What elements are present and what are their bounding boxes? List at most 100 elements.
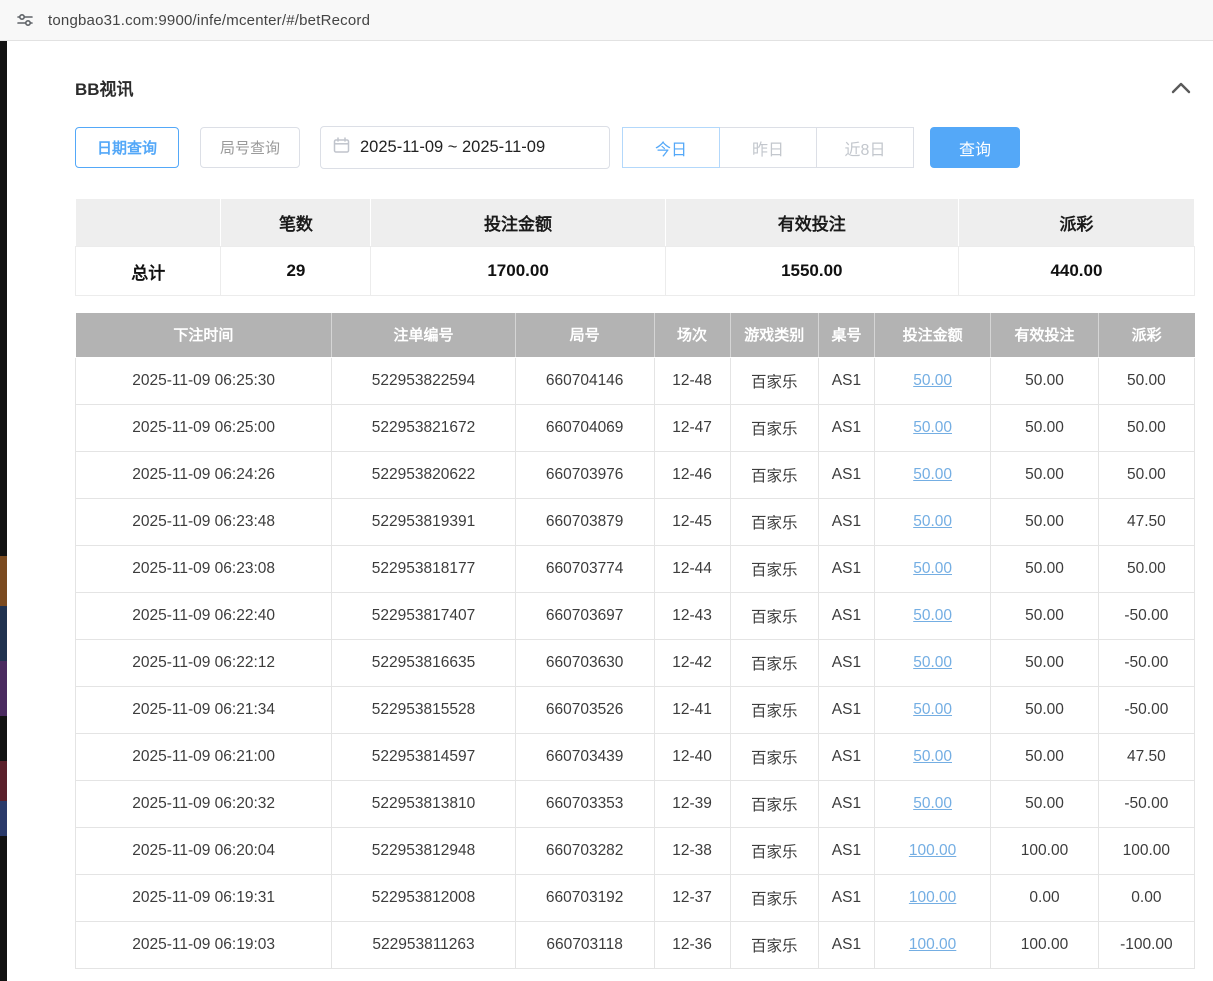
col-header-round-no: 局号: [515, 313, 654, 357]
bet-amount-link[interactable]: 50.00: [913, 795, 952, 812]
cell-round-no: 660703353: [515, 780, 654, 827]
cell-bet-amount: 50.00: [874, 545, 990, 592]
cell-valid-bet: 50.00: [991, 451, 1098, 498]
table-row: 2025-11-09 06:22:40 522953817407 6607036…: [76, 592, 1195, 639]
cell-table-no: AS1: [818, 592, 874, 639]
cell-payout: -50.00: [1098, 780, 1194, 827]
date-range-picker[interactable]: 2025-11-09 ~ 2025-11-09: [320, 126, 610, 169]
cell-game-type: 百家乐: [730, 874, 818, 921]
date-query-tab[interactable]: 日期查询: [75, 127, 179, 168]
bet-amount-link[interactable]: 50.00: [913, 748, 952, 765]
cell-bet-time: 2025-11-09 06:22:40: [76, 592, 332, 639]
cell-bet-time: 2025-11-09 06:23:08: [76, 545, 332, 592]
cell-valid-bet: 50.00: [991, 498, 1098, 545]
cell-valid-bet: 100.00: [991, 921, 1098, 968]
summary-total-label: 总计: [76, 247, 221, 296]
cell-bet-amount: 50.00: [874, 733, 990, 780]
bet-amount-link[interactable]: 50.00: [913, 654, 952, 671]
cell-bet-time: 2025-11-09 06:20:32: [76, 780, 332, 827]
table-row: 2025-11-09 06:23:08 522953818177 6607037…: [76, 545, 1195, 592]
cell-game-type: 百家乐: [730, 357, 818, 404]
cell-round-no: 660703697: [515, 592, 654, 639]
cell-bet-id: 522953815528: [332, 686, 516, 733]
col-header-bet-amount: 投注金额: [874, 313, 990, 357]
cell-bet-id: 522953811263: [332, 921, 516, 968]
cell-bet-id: 522953812948: [332, 827, 516, 874]
cell-bet-id: 522953819391: [332, 498, 516, 545]
bet-amount-link[interactable]: 50.00: [913, 372, 952, 389]
bet-record-panel: BB视讯 日期查询 局号查询 2025-11-09 ~ 2025-11-09: [0, 41, 1213, 969]
cell-bet-id: 522953812008: [332, 874, 516, 921]
table-row: 2025-11-09 06:23:48 522953819391 6607038…: [76, 498, 1195, 545]
cell-round-no: 660703976: [515, 451, 654, 498]
summary-header-row: 笔数 投注金额 有效投注 派彩: [76, 199, 1195, 247]
bet-amount-link[interactable]: 50.00: [913, 607, 952, 624]
cell-session: 12-39: [654, 780, 730, 827]
bet-amount-link[interactable]: 50.00: [913, 701, 952, 718]
cell-bet-amount: 50.00: [874, 498, 990, 545]
round-query-tab[interactable]: 局号查询: [200, 127, 300, 168]
cell-round-no: 660703879: [515, 498, 654, 545]
cell-table-no: AS1: [818, 780, 874, 827]
bet-amount-link[interactable]: 50.00: [913, 513, 952, 530]
table-row: 2025-11-09 06:25:30 522953822594 6607041…: [76, 357, 1195, 404]
url-text[interactable]: tongbao31.com:9900/infe/mcenter/#/betRec…: [48, 12, 370, 29]
cell-session: 12-48: [654, 357, 730, 404]
left-edge-strip: [0, 41, 7, 981]
cell-session: 12-47: [654, 404, 730, 451]
cell-session: 12-38: [654, 827, 730, 874]
cell-session: 12-40: [654, 733, 730, 780]
bet-amount-link[interactable]: 50.00: [913, 560, 952, 577]
cell-game-type: 百家乐: [730, 827, 818, 874]
search-button[interactable]: 查询: [930, 127, 1020, 168]
bet-amount-link[interactable]: 100.00: [909, 889, 956, 906]
cell-payout: -50.00: [1098, 639, 1194, 686]
cell-bet-id: 522953814597: [332, 733, 516, 780]
yesterday-button[interactable]: 昨日: [719, 127, 817, 168]
bet-amount-link[interactable]: 50.00: [913, 419, 952, 436]
cell-table-no: AS1: [818, 498, 874, 545]
cell-round-no: 660703282: [515, 827, 654, 874]
cell-bet-amount: 50.00: [874, 639, 990, 686]
today-button[interactable]: 今日: [622, 127, 720, 168]
site-settings-icon[interactable]: [16, 11, 34, 29]
cell-payout: 100.00: [1098, 827, 1194, 874]
cell-session: 12-42: [654, 639, 730, 686]
cell-round-no: 660703526: [515, 686, 654, 733]
page-title: BB视讯: [75, 75, 134, 100]
cell-bet-amount: 100.00: [874, 874, 990, 921]
last-8-days-button[interactable]: 近8日: [816, 127, 914, 168]
cell-payout: -50.00: [1098, 686, 1194, 733]
browser-url-bar: tongbao31.com:9900/infe/mcenter/#/betRec…: [0, 0, 1213, 41]
table-row: 2025-11-09 06:21:00 522953814597 6607034…: [76, 733, 1195, 780]
table-row: 2025-11-09 06:19:31 522953812008 6607031…: [76, 874, 1195, 921]
col-header-table-no: 桌号: [818, 313, 874, 357]
cell-game-type: 百家乐: [730, 592, 818, 639]
bet-amount-link[interactable]: 50.00: [913, 466, 952, 483]
cell-bet-id: 522953816635: [332, 639, 516, 686]
table-row: 2025-11-09 06:24:26 522953820622 6607039…: [76, 451, 1195, 498]
cell-table-no: AS1: [818, 545, 874, 592]
cell-table-no: AS1: [818, 733, 874, 780]
cell-valid-bet: 50.00: [991, 357, 1098, 404]
cell-game-type: 百家乐: [730, 639, 818, 686]
bet-amount-link[interactable]: 100.00: [909, 936, 956, 953]
collapse-panel-button[interactable]: [1167, 78, 1195, 98]
cell-valid-bet: 50.00: [991, 545, 1098, 592]
summary-header-count: 笔数: [221, 199, 371, 247]
cell-bet-time: 2025-11-09 06:24:26: [76, 451, 332, 498]
cell-table-no: AS1: [818, 404, 874, 451]
quick-date-group: 今日 昨日 近8日: [622, 127, 914, 168]
cell-bet-time: 2025-11-09 06:25:30: [76, 357, 332, 404]
cell-session: 12-46: [654, 451, 730, 498]
cell-payout: 50.00: [1098, 451, 1194, 498]
summary-header-valid-bet: 有效投注: [665, 199, 958, 247]
col-header-valid-bet: 有效投注: [991, 313, 1098, 357]
cell-valid-bet: 100.00: [991, 827, 1098, 874]
cell-bet-amount: 50.00: [874, 780, 990, 827]
cell-game-type: 百家乐: [730, 451, 818, 498]
bet-amount-link[interactable]: 100.00: [909, 842, 956, 859]
cell-session: 12-36: [654, 921, 730, 968]
cell-table-no: AS1: [818, 874, 874, 921]
table-row: 2025-11-09 06:20:04 522953812948 6607032…: [76, 827, 1195, 874]
